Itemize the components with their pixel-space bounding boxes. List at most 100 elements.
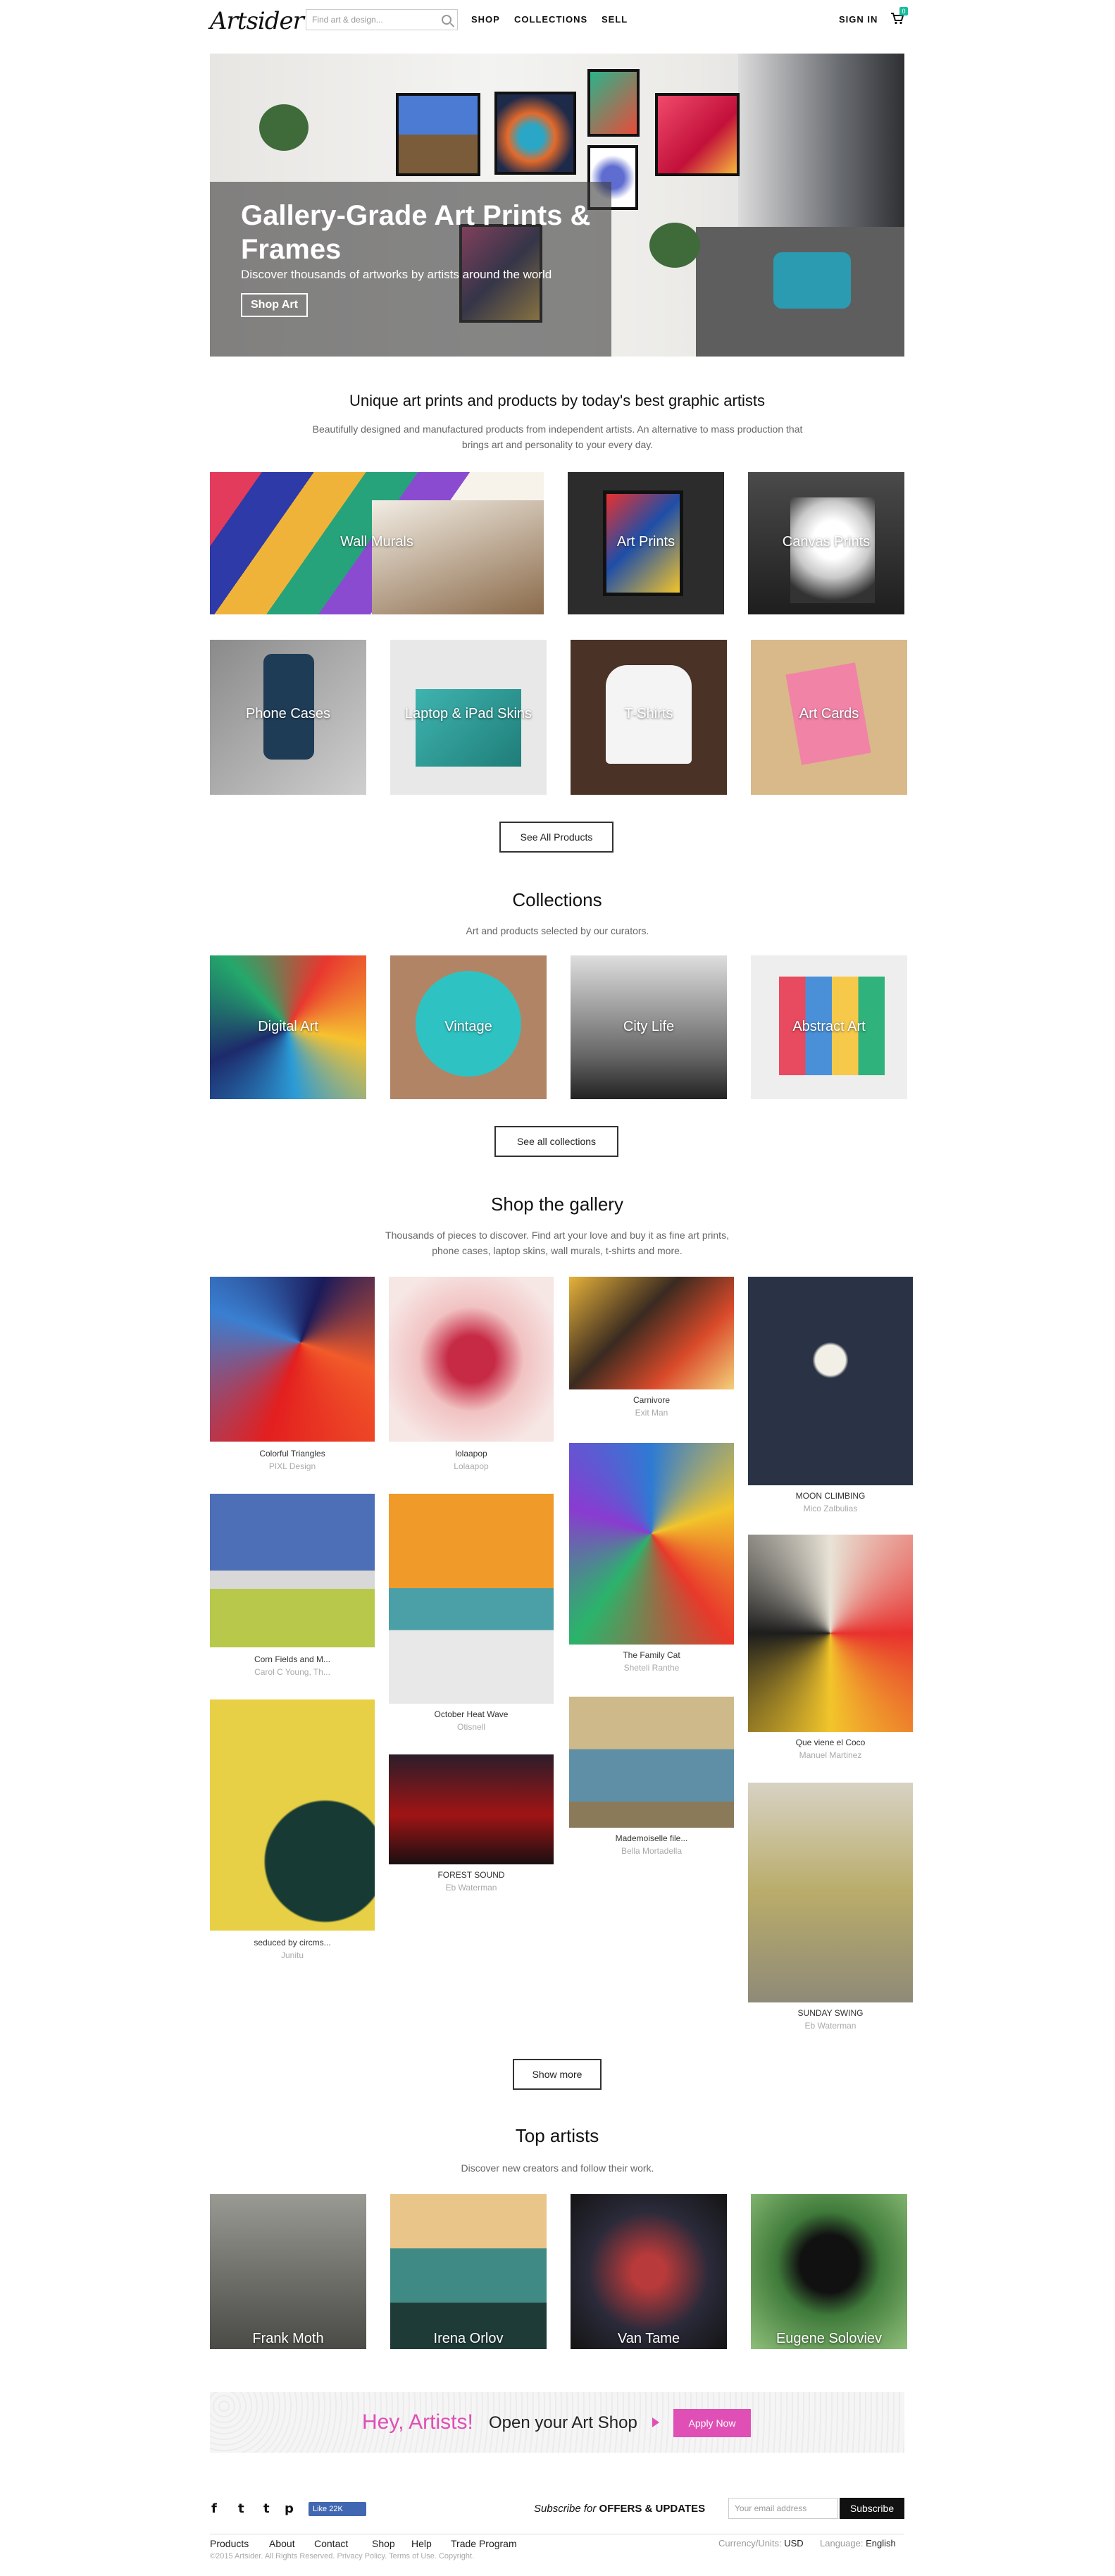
footer-link-contact[interactable]: Contact (314, 2538, 348, 2549)
artwork-artist[interactable]: Mico Zalbulias (748, 1504, 913, 1513)
currency-selector[interactable]: Currency/Units: USD (718, 2538, 804, 2549)
facebook-like-button[interactable]: Like 22K (309, 2502, 366, 2516)
subscribe-button[interactable]: Subscribe (840, 2498, 904, 2519)
tile-digital-art[interactable]: Digital Art (210, 955, 366, 1099)
artwork-title[interactable]: lolaapop (389, 1449, 554, 1459)
artwork-title[interactable]: seduced by circms... (210, 1938, 375, 1948)
artwork-que-viene-el-coco[interactable] (748, 1535, 913, 1732)
footer-link-help[interactable]: Help (411, 2538, 432, 2549)
artwork-title[interactable]: October Heat Wave (389, 1709, 554, 1719)
artist-name: Irena Orlov (433, 2331, 504, 2346)
artist-irena-orlov[interactable]: Irena Orlov (390, 2194, 547, 2349)
artwork-title[interactable]: Mademoiselle file... (569, 1833, 734, 1843)
chevron-right-icon (652, 2417, 659, 2427)
artwork-title[interactable]: Carnivore (569, 1395, 734, 1405)
email-input[interactable]: Your email address (728, 2498, 838, 2519)
artwork-seduced[interactable] (210, 1699, 375, 1931)
search-box[interactable]: Find art & design... (306, 9, 458, 30)
artist-name: Van Tame (617, 2331, 680, 2346)
tumblr-icon[interactable]: t (263, 2501, 270, 2516)
show-more-button[interactable]: Show more (513, 2059, 602, 2090)
artwork-title[interactable]: The Family Cat (569, 1650, 734, 1660)
apply-now-button[interactable]: Apply Now (673, 2409, 751, 2437)
currency-label: Currency/Units: (718, 2538, 782, 2549)
artwork-moon-climbing[interactable] (748, 1277, 913, 1485)
artwork-carnivore[interactable] (569, 1277, 734, 1389)
see-all-products-button[interactable]: See All Products (499, 822, 613, 853)
collections-description: Art and products selected by our curator… (466, 925, 649, 936)
artwork-lolaapop[interactable] (389, 1277, 554, 1442)
artwork-artist[interactable]: Exit Man (569, 1408, 734, 1418)
artwork-title[interactable]: SUNDAY SWING (748, 2008, 913, 2018)
footer-link-shop[interactable]: Shop (372, 2538, 395, 2549)
artwork-artist[interactable]: Carol C Young, Th... (210, 1667, 375, 1677)
tile-phone-cases[interactable]: Phone Cases (210, 640, 366, 795)
artwork-title[interactable]: Colorful Triangles (210, 1449, 375, 1459)
banner-hey-text: Hey, Artists! (362, 2410, 473, 2434)
artwork-artist[interactable]: Manuel Martinez (748, 1750, 913, 1760)
artwork-artist[interactable]: Eb Waterman (389, 1883, 554, 1893)
tile-canvas-prints[interactable]: Canvas Prints (748, 472, 904, 614)
artwork-colorful-triangles[interactable] (210, 1277, 375, 1442)
banner-open-text: Open your Art Shop (489, 2413, 637, 2432)
artwork-title[interactable]: FOREST SOUND (389, 1870, 554, 1880)
artwork-family-cat[interactable] (569, 1443, 734, 1645)
artwork-title[interactable]: MOON CLIMBING (748, 1491, 913, 1501)
tile-label: Phone Cases (245, 706, 331, 722)
site-logo[interactable]: Artsider (210, 7, 304, 35)
language-label: Language: (820, 2538, 864, 2549)
tile-art-prints[interactable]: Art Prints (568, 472, 724, 614)
artwork-corn-fields[interactable] (210, 1494, 375, 1647)
artwork-artist[interactable]: Lolaapop (389, 1461, 554, 1471)
collections-heading: Collections (512, 889, 602, 910)
tile-t-shirts[interactable]: T-Shirts (571, 640, 727, 795)
nav-shop[interactable]: SHOP (471, 14, 500, 25)
tile-city-life[interactable]: City Life (571, 955, 727, 1099)
artist-van-tame[interactable]: Van Tame (571, 2194, 727, 2349)
tile-label: Canvas Prints (782, 534, 871, 550)
sign-in-link[interactable]: SIGN IN (839, 14, 878, 25)
artwork-forest-sound[interactable] (389, 1754, 554, 1864)
open-art-shop-banner[interactable]: Hey, Artists! Open your Art Shop Apply N… (210, 2392, 904, 2453)
shop-art-button[interactable]: Shop Art (241, 293, 308, 317)
language-value[interactable]: English (866, 2538, 896, 2549)
artwork-title[interactable]: Corn Fields and M... (210, 1654, 375, 1664)
artwork-title[interactable]: Que viene el Coco (748, 1738, 913, 1747)
staircase-image (372, 500, 544, 614)
search-input[interactable]: Find art & design... (312, 15, 442, 25)
footer-link-about[interactable]: About (269, 2538, 295, 2549)
nav-sell[interactable]: SELL (602, 14, 628, 25)
facebook-icon[interactable]: f (211, 2501, 217, 2516)
currency-value[interactable]: USD (784, 2538, 803, 2549)
tile-label: Abstract Art (792, 1019, 866, 1034)
tile-wall-murals[interactable]: Wall Murals (210, 472, 544, 614)
tile-abstract-art[interactable]: Abstract Art (751, 955, 907, 1099)
cart-count-badge: 0 (899, 7, 908, 16)
footer-link-products[interactable]: Products (210, 2538, 249, 2549)
see-all-collections-button[interactable]: See all collections (494, 1126, 618, 1157)
tile-label: Wall Murals (340, 534, 413, 550)
footer-link-trade-program[interactable]: Trade Program (451, 2538, 517, 2549)
artwork-artist[interactable]: Junitu (210, 1950, 375, 1960)
artwork-artist[interactable]: Eb Waterman (748, 2021, 913, 2031)
artwork-october-heat-wave[interactable] (389, 1494, 554, 1704)
language-selector[interactable]: Language: English (820, 2538, 896, 2549)
wall-frame (655, 93, 740, 176)
artist-frank-moth[interactable]: Frank Moth (210, 2194, 366, 2349)
artwork-sunday-swing[interactable] (748, 1783, 913, 2002)
tile-vintage[interactable]: Vintage (390, 955, 547, 1099)
artwork-artist[interactable]: Bella Mortadella (569, 1846, 734, 1856)
tile-art-cards[interactable]: Art Cards (751, 640, 907, 795)
search-icon[interactable] (442, 15, 451, 25)
artwork-artist[interactable]: Sheteli Ranthe (569, 1663, 734, 1673)
hero-banner[interactable]: Gallery-Grade Art Prints & Frames Discov… (210, 54, 904, 357)
artwork-artist[interactable]: PIXL Design (210, 1461, 375, 1471)
tile-laptop-skins[interactable]: Laptop & iPad Skins (390, 640, 547, 795)
artwork-artist[interactable]: Otisnell (389, 1722, 554, 1732)
copyright-text: ©2015 Artsider. All Rights Reserved. Pri… (210, 2552, 475, 2560)
artwork-mademoiselle[interactable] (569, 1697, 734, 1828)
nav-collections[interactable]: COLLECTIONS (514, 14, 587, 25)
pinterest-icon[interactable]: p (285, 2501, 294, 2516)
twitter-icon[interactable]: t (238, 2501, 244, 2516)
artist-eugene-soloviev[interactable]: Eugene Soloviev (751, 2194, 907, 2349)
